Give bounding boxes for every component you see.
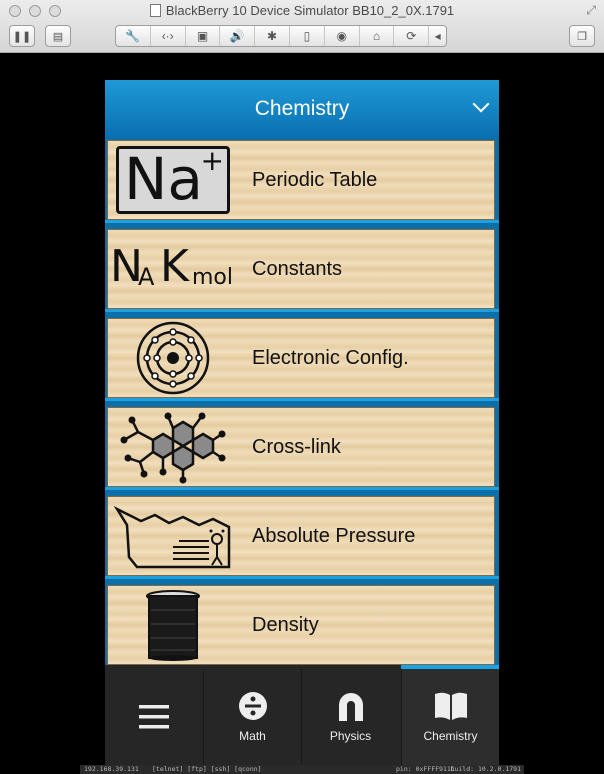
app-header[interactable]: Chemistry: [105, 80, 499, 138]
constant-mol: mol: [192, 265, 234, 290]
volume-icon[interactable]: 🔊: [220, 26, 256, 46]
window-title: BlackBerry 10 Device Simulator BB10_2_0X…: [165, 3, 455, 18]
nav-menu[interactable]: [105, 669, 203, 765]
molecule-icon: [108, 407, 238, 487]
list-item-label: Cross-link: [252, 435, 341, 458]
list-item-label: Density: [252, 613, 319, 636]
periodic-table-icon: Na +: [108, 140, 238, 220]
divider: [105, 309, 499, 312]
list-item-constants[interactable]: N A K mol Constants: [107, 229, 495, 309]
na-symbol: Na: [124, 145, 203, 213]
window-button[interactable]: ❐: [569, 25, 595, 47]
divider: [105, 220, 499, 223]
pause-button[interactable]: ❚❚: [9, 25, 35, 47]
ip-address: 192.168.39.131: [84, 765, 139, 773]
divider: [105, 487, 499, 490]
divider: [105, 398, 499, 401]
list-item-label: Electronic Config.: [252, 346, 409, 369]
services-list: [telnet] [ftp] [ssh] [qconn]: [152, 765, 262, 773]
constants-icon: N A K mol: [108, 229, 238, 309]
divider: [105, 576, 499, 579]
device-screen: Chemistry Na + Periodic Table N A K mol: [105, 80, 499, 765]
nav-math[interactable]: Math: [203, 669, 301, 765]
divide-icon: [238, 692, 267, 720]
camera-icon[interactable]: ◉: [325, 26, 360, 46]
list-item-density[interactable]: Density: [107, 585, 495, 665]
window-titlebar: BlackBerry 10 Device Simulator BB10_2_0X…: [0, 0, 604, 53]
window-icon: ❐: [577, 30, 587, 43]
nav-label: Chemistry: [423, 729, 478, 743]
document-icon: [149, 4, 161, 17]
list-item-periodic-table[interactable]: Na + Periodic Table: [107, 140, 495, 220]
constant-a: A: [138, 263, 155, 291]
pin-value: pin: 0xFFFF911C: [396, 765, 455, 773]
constant-k: K: [160, 241, 189, 292]
nav-chemistry[interactable]: Chemistry: [401, 669, 499, 765]
pressure-tank-icon: [108, 496, 238, 576]
screenshot-button[interactable]: ▤: [45, 25, 71, 47]
simulator-status-bar: 192.168.39.131 [telnet] [ftp] [ssh] [qco…: [80, 765, 524, 774]
device-icon[interactable]: ▯: [290, 26, 325, 46]
nav-physics[interactable]: Physics: [301, 669, 399, 765]
swipe-icon[interactable]: ‹·›: [151, 26, 186, 46]
nav-label: Math: [239, 729, 266, 743]
mouse-icon[interactable]: ⌂: [360, 26, 395, 46]
screenshot-icon: ▤: [52, 30, 64, 43]
settings-icon[interactable]: 🔧: [116, 26, 151, 46]
battery-icon[interactable]: ▣: [186, 26, 221, 46]
header-title: Chemistry: [254, 97, 350, 120]
list-item-label: Absolute Pressure: [252, 524, 416, 547]
build-value: build: 10.2.0.1791: [450, 765, 521, 773]
chevron-down-icon[interactable]: [472, 95, 490, 113]
list-item-cross-link[interactable]: Cross-link: [107, 407, 495, 487]
tools-list: Na + Periodic Table N A K mol Constants: [105, 138, 499, 665]
list-item-absolute-pressure[interactable]: Absolute Pressure: [107, 496, 495, 576]
pause-icon: ❚❚: [12, 30, 32, 43]
window-title-container: BlackBerry 10 Device Simulator BB10_2_0X…: [0, 3, 604, 18]
list-item-label: Periodic Table: [252, 168, 378, 191]
rotate-icon[interactable]: ⟳: [394, 26, 430, 46]
atom-shells-icon: [108, 318, 238, 398]
bottom-nav: Math Physics Chemistry: [105, 665, 499, 765]
menu-icon: [139, 705, 169, 729]
back-icon[interactable]: ◂: [429, 26, 446, 46]
list-item-label: Constants: [252, 257, 343, 280]
fullscreen-icon[interactable]: ⤢: [586, 3, 596, 18]
simulator-toolbar: 🔧 ‹·› ▣ 🔊 ✱ ▯ ◉ ⌂ ⟳ ◂: [115, 25, 447, 47]
list-item-electronic-config[interactable]: Electronic Config.: [107, 318, 495, 398]
na-charge: +: [200, 144, 224, 177]
nav-label: Physics: [329, 729, 372, 743]
beaker-icon: [108, 585, 238, 665]
magnet-icon: [338, 693, 363, 721]
bluetooth-icon[interactable]: ✱: [255, 26, 290, 46]
book-icon: [434, 692, 467, 720]
